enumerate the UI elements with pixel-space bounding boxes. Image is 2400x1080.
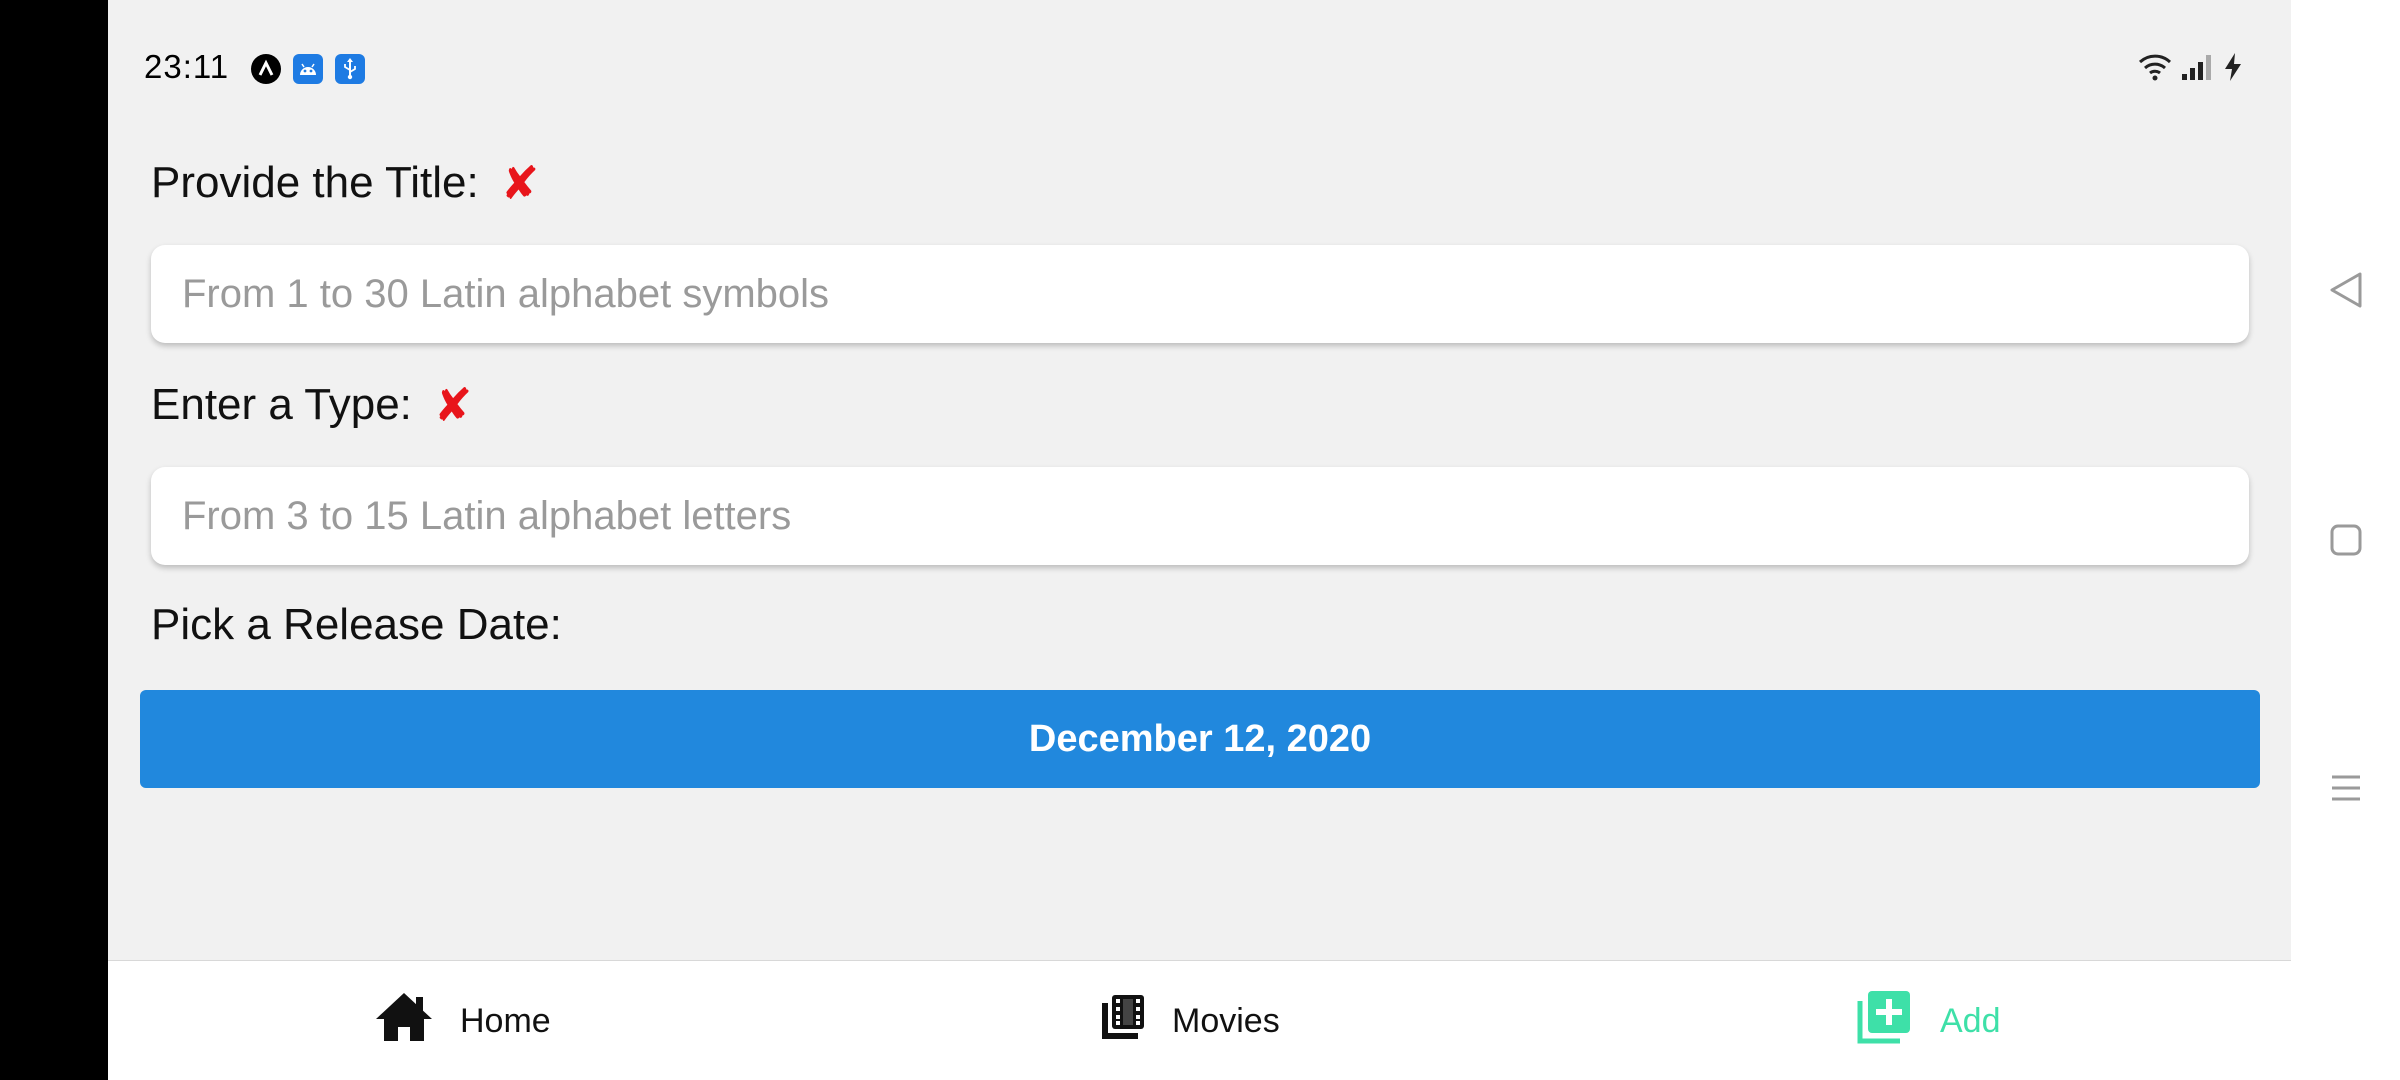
nav-movies-label: Movies — [1172, 1001, 1280, 1040]
title-error-icon: ✘ — [500, 157, 540, 209]
release-date-label-row: Pick a Release Date: — [151, 600, 562, 650]
title-label-row: Provide the Title: ✘ — [151, 156, 539, 210]
release-date-label: Pick a Release Date: — [151, 600, 562, 649]
wifi-icon — [2138, 52, 2172, 84]
home-icon — [374, 991, 434, 1052]
type-input[interactable] — [151, 467, 2249, 565]
recents-menu-icon[interactable] — [2321, 763, 2371, 813]
back-icon[interactable] — [2321, 265, 2371, 315]
type-label: Enter a Type: — [151, 380, 412, 429]
status-time: 23:11 — [144, 48, 230, 85]
status-bar: 23:11 — [108, 0, 2291, 140]
nav-tab-home[interactable]: Home — [374, 961, 551, 1080]
app-container: 23:11 Provide the Title: ✘ From 1 to 30 … — [108, 0, 2291, 1080]
type-input-box[interactable] — [151, 467, 2249, 565]
nav-tab-movies[interactable]: Movies — [1100, 961, 1280, 1080]
screen: 23:11 Provide the Title: ✘ From 1 to 30 … — [0, 0, 2400, 1080]
nav-tab-add[interactable]: Add — [1856, 961, 2001, 1080]
nav-home-label: Home — [460, 1001, 551, 1040]
movies-icon — [1100, 993, 1146, 1050]
a-notification-icon — [251, 54, 281, 84]
nav-add-label: Add — [1940, 1001, 2001, 1040]
android-icon — [293, 54, 323, 84]
title-input[interactable] — [151, 245, 2249, 343]
bottom-navigation: Home Movies Add — [108, 960, 2291, 1080]
home-button-icon[interactable] — [2321, 515, 2371, 565]
system-navigation-bar — [2291, 0, 2400, 1080]
left-black-bar — [0, 0, 108, 1080]
usb-icon — [335, 54, 365, 84]
title-label: Provide the Title: — [151, 158, 479, 207]
release-date-button[interactable]: December 12, 2020 — [140, 690, 2260, 788]
title-input-box[interactable] — [151, 245, 2249, 343]
type-label-row: Enter a Type: ✘ — [151, 378, 472, 432]
add-icon — [1856, 989, 1914, 1054]
type-error-icon: ✘ — [433, 379, 473, 431]
charging-icon — [2222, 52, 2244, 84]
signal-icon — [2180, 52, 2214, 84]
